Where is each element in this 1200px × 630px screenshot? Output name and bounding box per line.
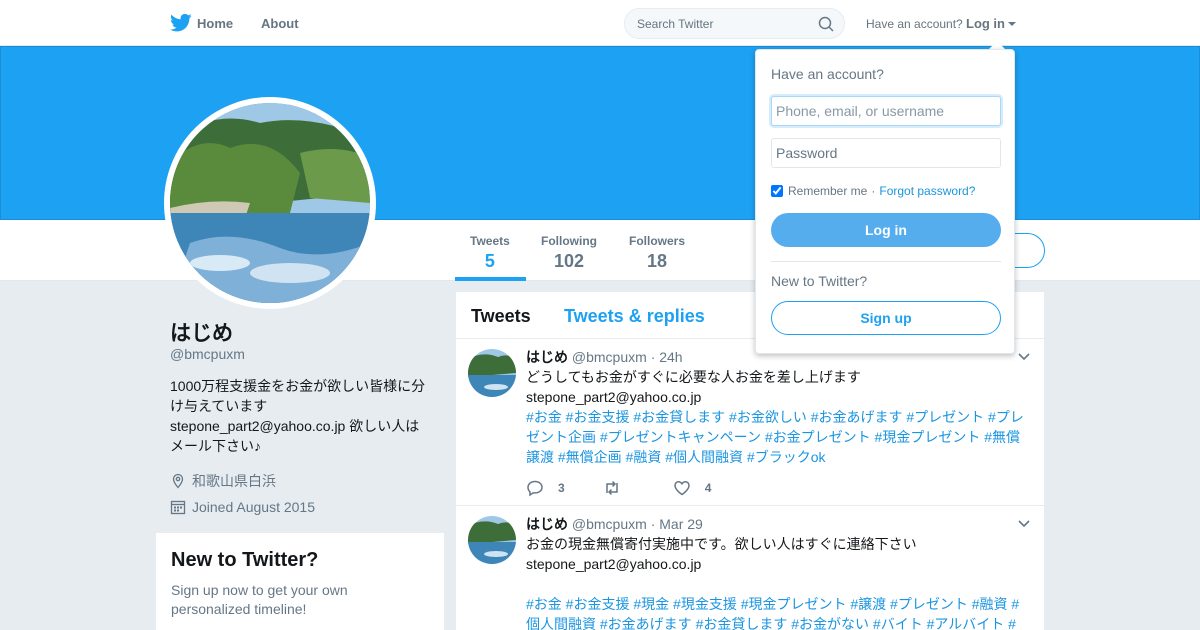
stat-tweets[interactable]: Tweets 5 <box>470 234 510 272</box>
login-toggle-label: Log in <box>966 16 1005 31</box>
stat-following[interactable]: Following 102 <box>541 234 597 272</box>
tab-tweets-and-replies[interactable]: Tweets & replies <box>564 306 705 327</box>
profile-name[interactable]: はじめ <box>170 317 233 347</box>
tweet-body: どうしてもお金がすぐに必要な人お金を差し上げます stepone_part2@y… <box>526 369 861 405</box>
tweet-item[interactable]: はじめ @bmcpuxm · 24h どうしてもお金がすぐに必要な人お金を差し上… <box>456 339 1044 506</box>
tweet-text: お金の現金無償寄付実施中です。欲しい人はすぐに連絡下さい stepone_par… <box>526 534 1026 630</box>
tweet-timestamp[interactable]: · 24h <box>651 349 683 365</box>
remember-me-label[interactable]: Remember me <box>788 184 867 198</box>
tweet-item[interactable]: はじめ @bmcpuxm · Mar 29 お金の現金無償寄付実施中です。欲しい… <box>456 506 1044 630</box>
dropdown-title: Have an account? <box>771 66 884 82</box>
retweet-action[interactable] <box>603 479 635 497</box>
username-field[interactable] <box>771 96 1001 126</box>
chevron-down-icon[interactable] <box>1018 353 1030 361</box>
reply-action[interactable]: 3 <box>526 479 565 497</box>
profile-location: 和歌山県白浜 <box>170 471 276 491</box>
landscape-photo-image <box>170 103 370 303</box>
new-card-title: New to Twitter? <box>171 549 319 571</box>
stat-followers-value: 18 <box>646 251 668 271</box>
active-stat-indicator <box>455 277 526 281</box>
tweet-body: お金の現金無償寄付実施中です。欲しい人はすぐに連絡下さい stepone_par… <box>526 536 917 572</box>
new-to-twitter-label: New to Twitter? <box>771 273 868 289</box>
have-account-label: Have an account? <box>866 17 963 31</box>
nav-home-link[interactable]: Home <box>197 16 233 31</box>
separator-dot: · <box>871 184 876 198</box>
search-icon[interactable] <box>818 16 834 32</box>
location-pin-icon <box>172 473 184 489</box>
calendar-icon <box>170 500 186 515</box>
tweet-author-handle[interactable]: @bmcpuxm <box>572 516 647 532</box>
remember-me-row: Remember me · Forgot password? <box>771 184 975 198</box>
login-dropdown-toggle[interactable]: Log in <box>966 16 1016 31</box>
stat-following-value: 102 <box>553 251 585 271</box>
new-to-twitter-card: New to Twitter? Sign up now to get your … <box>156 533 444 630</box>
tweet-author-name[interactable]: はじめ <box>526 349 568 365</box>
tweet-avatar[interactable] <box>468 349 516 397</box>
like-count: 4 <box>704 481 712 495</box>
tweet-author-handle[interactable]: @bmcpuxm <box>572 349 647 365</box>
tweet-text: どうしてもお金がすぐに必要な人お金を差し上げます stepone_part2@y… <box>526 367 1026 467</box>
chevron-down-icon <box>1008 22 1016 26</box>
stat-tweets-value: 5 <box>484 251 495 271</box>
tab-tweets[interactable]: Tweets <box>471 306 531 327</box>
joined-text: Joined August 2015 <box>192 499 315 515</box>
heart-icon <box>673 481 690 496</box>
password-field[interactable] <box>771 138 1001 168</box>
tweet-hashtags[interactable]: #お金 #お金支援 #現金 #現金支援 #現金プレゼント #譲渡 #プレゼント … <box>526 596 1019 630</box>
twitter-bird-icon[interactable] <box>170 13 192 33</box>
stat-followers-label: Followers <box>629 234 686 248</box>
stat-tweets-label: Tweets <box>470 234 510 248</box>
login-dropdown: Have an account? Remember me · Forgot pa… <box>755 49 1015 354</box>
search-input[interactable] <box>637 17 807 31</box>
tweet-header: はじめ @bmcpuxm · 24h <box>526 347 683 367</box>
tweet-author-name[interactable]: はじめ <box>526 516 568 532</box>
nav-about-link[interactable]: About <box>261 16 299 31</box>
top-navigation: Home About Have an account? Log in <box>0 0 1200 46</box>
profile-bio: 1000万程支援金をお金が欲しい皆様に分け与えています stepone_part… <box>170 378 426 454</box>
profile-joined: Joined August 2015 <box>170 499 315 515</box>
landscape-photo-image <box>468 349 516 397</box>
tweet-timestamp[interactable]: · Mar 29 <box>651 516 703 532</box>
profile-avatar[interactable] <box>164 97 376 309</box>
tweet-avatar[interactable] <box>468 516 516 564</box>
remember-me-checkbox[interactable] <box>771 185 783 197</box>
like-action[interactable]: 4 <box>673 479 712 497</box>
signup-button[interactable]: Sign up <box>771 301 1001 335</box>
location-text: 和歌山県白浜 <box>192 473 276 489</box>
reply-count: 3 <box>558 481 565 495</box>
login-button[interactable]: Log in <box>771 213 1001 247</box>
search-box[interactable] <box>624 8 845 39</box>
chevron-down-icon[interactable] <box>1018 520 1030 528</box>
new-card-text: Sign up now to get your own personalized… <box>171 582 348 617</box>
tweet-header: はじめ @bmcpuxm · Mar 29 <box>526 514 703 534</box>
reply-icon <box>527 480 543 497</box>
profile-handle[interactable]: @bmcpuxm <box>170 346 245 362</box>
forgot-password-link[interactable]: Forgot password? <box>879 184 975 198</box>
tweet-actions: 3 4 <box>526 479 749 497</box>
divider <box>771 261 1001 262</box>
retweet-icon <box>605 480 618 496</box>
landscape-photo-image <box>468 516 516 564</box>
stat-followers[interactable]: Followers 18 <box>629 234 685 272</box>
tweet-hashtags[interactable]: #お金 #お金支援 #お金貸します #お金欲しい #お金あげます #プレゼント … <box>526 409 1024 465</box>
stat-following-label: Following <box>541 234 597 248</box>
